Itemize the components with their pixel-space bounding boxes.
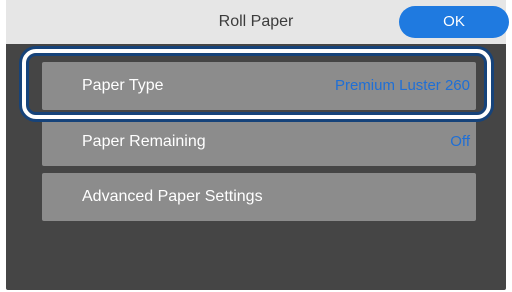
menu-item-label: Paper Type [82, 77, 164, 94]
menu-item-label: Paper Remaining [82, 133, 206, 150]
screen: Roll Paper OK Paper Type Premium Luster … [6, 0, 509, 290]
ok-button[interactable]: OK [399, 6, 509, 38]
menu-item-paper-type[interactable]: Paper Type Premium Luster 260 [42, 62, 476, 110]
menu-item-advanced-paper-settings[interactable]: Advanced Paper Settings [42, 173, 476, 221]
menu-item-label: Advanced Paper Settings [82, 188, 263, 205]
menu-item-paper-remaining[interactable]: Paper Remaining Off [42, 118, 476, 166]
menu-item-value: Off [450, 133, 470, 150]
menu-item-value: Premium Luster 260 [334, 77, 470, 94]
